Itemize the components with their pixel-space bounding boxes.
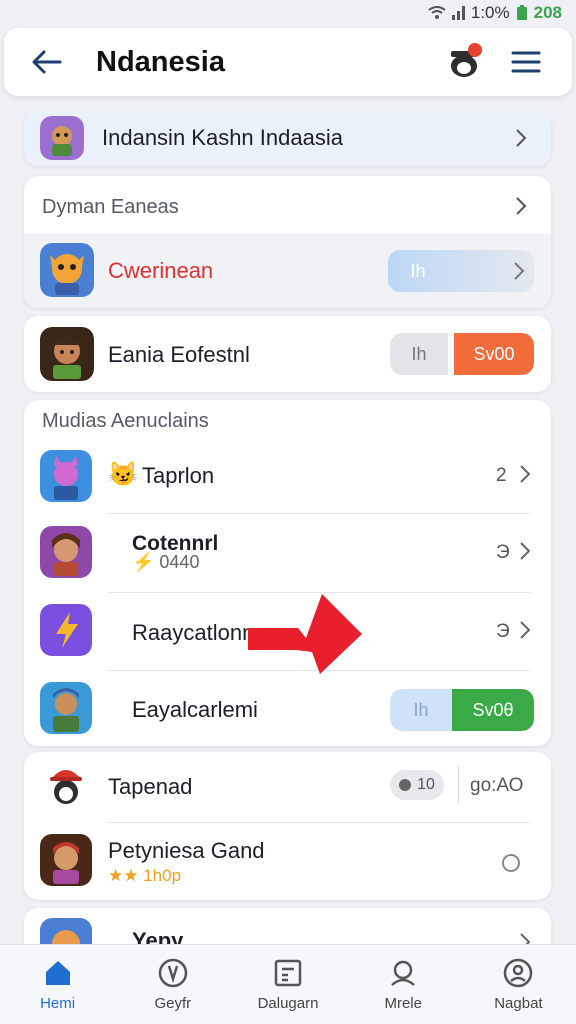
nav-calendar[interactable]: Dalugarn — [230, 945, 345, 1024]
section-card-dyman: Dyman Eaneas Cwerinean Ih — [24, 176, 551, 308]
battery-icon — [516, 5, 527, 20]
chat-person-icon — [391, 960, 416, 986]
item-time: go:ΑΟ — [470, 775, 524, 796]
highlight-label: Cwerinean — [108, 258, 214, 283]
bottom-nav: Hemi Geyfr Dalugarn Mrele Nagbat — [0, 944, 576, 1024]
highlight-row[interactable]: Cwerinean Ih — [24, 234, 551, 308]
nav-label: Mrele — [384, 995, 422, 1012]
compass-icon — [158, 958, 188, 988]
price-button[interactable]: Sv0θ — [452, 689, 534, 731]
chevron-right-icon — [520, 465, 531, 483]
eania-label: Eania Eofestnl — [108, 342, 250, 367]
featured-card[interactable]: Indansin Kashn Indaasia — [24, 110, 551, 166]
profile-avatar-icon[interactable] — [446, 42, 482, 80]
section-title: Mudias Aenuclains — [42, 410, 209, 432]
wifi-icon — [428, 6, 446, 19]
hamburger-menu-icon[interactable] — [510, 48, 542, 76]
divider — [108, 513, 531, 514]
list-item[interactable]: Tapenad 10 go:ΑΟ — [24, 752, 551, 822]
nav-label: Nagbat — [494, 995, 543, 1012]
divider — [108, 822, 531, 823]
count-badge: 10 — [390, 770, 444, 800]
hero-app-icon — [40, 834, 92, 886]
cat-app-icon — [40, 450, 92, 502]
price-button[interactable]: Sv00 — [454, 333, 534, 375]
pill-label: Ih — [410, 260, 426, 281]
featured-label: Indansin Kashn Indaasia — [102, 125, 343, 150]
activity-card: Tapenad 10 go:ΑΟ Petyniesa Gand ★★ 1h0p — [24, 752, 551, 900]
item-action-pills: Ih Sv0θ — [390, 689, 534, 731]
item-label: Eayalcarlemi — [132, 697, 258, 722]
highlight-pill[interactable]: Ih — [388, 250, 534, 292]
item-subtitle: ⚡ 0440 — [132, 552, 200, 572]
list-item[interactable]: Eayalcarlemi Ih Sv0θ — [24, 676, 551, 746]
app-header: Ndanesia — [4, 28, 572, 96]
nav-home[interactable]: Hemi — [0, 945, 115, 1024]
item-label: Raaycatlonn — [132, 620, 255, 645]
section-title: Dyman Eaneas — [42, 196, 179, 218]
dot-icon — [399, 779, 412, 791]
battery-level: 208 — [533, 3, 562, 22]
penguin-icon — [50, 770, 82, 804]
eania-action-pills: Ih Sv00 — [390, 333, 534, 375]
ih-button[interactable]: Ih — [390, 333, 448, 375]
nav-explore[interactable]: Geyfr — [115, 945, 230, 1024]
page-title: Ndanesia — [96, 46, 225, 78]
item-label: Tapenad — [108, 774, 193, 799]
chevron-right-icon — [514, 262, 525, 280]
chevron-right-icon — [520, 621, 531, 639]
nav-label: Dalugarn — [257, 995, 319, 1012]
calendar-icon — [274, 959, 302, 987]
nav-label: Hemi — [40, 995, 76, 1012]
pointer-arrow-icon — [248, 594, 362, 674]
fox-app-icon — [40, 243, 94, 297]
home-icon — [45, 961, 70, 985]
item-count: Э — [496, 621, 510, 642]
chevron-right-icon[interactable] — [514, 196, 528, 216]
status-bar: 1:0% 208 — [0, 0, 576, 26]
lightning-app-icon — [40, 604, 92, 656]
status-time: 1:0% — [470, 3, 510, 22]
back-arrow-icon[interactable] — [30, 48, 62, 76]
nav-profile[interactable]: Nagbat — [461, 945, 576, 1024]
knight-app-icon — [40, 682, 92, 734]
list-item[interactable]: Petyniesa Gand ★★ 1h0p — [24, 828, 551, 900]
chevron-right-icon — [520, 542, 531, 560]
list-item[interactable]: 😼 Taprlon 2 — [24, 444, 551, 514]
chevron-right-icon — [516, 129, 527, 147]
item-label: Taprlon — [142, 463, 215, 488]
section-card-mudias: Mudias Aenuclains 😼 Taprlon 2 Cotennrl ⚡… — [24, 400, 551, 746]
radio-circle-icon[interactable] — [500, 852, 522, 874]
list-item[interactable]: Cotennrl ⚡ 0440 Э — [24, 520, 551, 592]
nav-messages[interactable]: Mrele — [346, 945, 461, 1024]
signal-icon — [451, 6, 465, 20]
warrior-app-icon — [40, 327, 94, 381]
ih-button[interactable]: Ih — [390, 689, 452, 731]
badge-value: 10 — [417, 776, 435, 793]
item-rating: ★★ 1h0p — [108, 866, 182, 885]
eania-card[interactable]: Eania Eofestnl Ih Sv00 — [24, 316, 551, 392]
vertical-divider — [458, 766, 459, 804]
nav-label: Geyfr — [154, 995, 192, 1012]
cat-emoji-icon: 😼 — [108, 461, 138, 488]
item-label: Petyniesa Gand — [108, 838, 265, 863]
featured-app-icon — [40, 116, 84, 160]
item-count: Э — [496, 542, 510, 563]
girl-app-icon — [40, 526, 92, 578]
profile-icon — [504, 958, 533, 988]
item-count: 2 — [496, 465, 507, 486]
